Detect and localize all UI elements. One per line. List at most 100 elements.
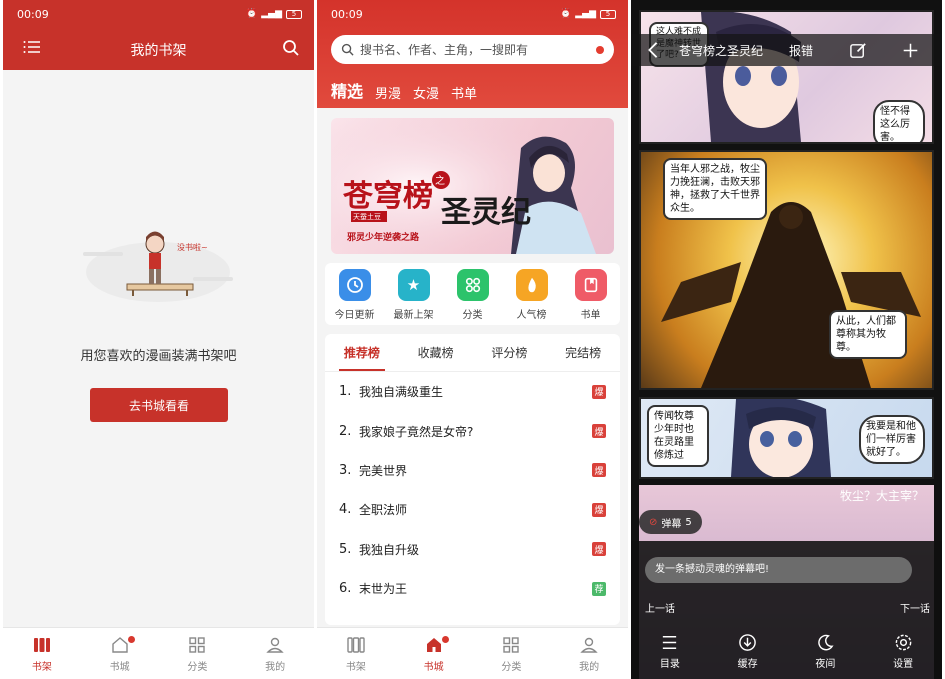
status-time: 00:09 xyxy=(17,7,49,21)
tab-mine[interactable]: 我的 xyxy=(236,628,314,679)
tab-category[interactable]: 分类 xyxy=(473,628,551,679)
rank-number: 5. xyxy=(339,541,352,557)
quick-entry-row: 今日更新 ★ 最新上架 分类 人气榜 书单 xyxy=(325,263,620,325)
comic-title: 我独自满级重生 xyxy=(359,385,444,400)
reader-screen: 这人难不成是魔神转世了吧? 怪不得这么厉害。 苍穹榜之圣灵纪 报错 当年人邪之战… xyxy=(631,0,942,679)
tool-label: 设置 xyxy=(893,659,914,670)
manga-panel-2: 当年人邪之战，牧尘力挽狂澜，击败天邪神，拯救了大千世界众生。 从此，人们都尊称其… xyxy=(639,150,934,390)
hot-badge: 爆 xyxy=(592,502,606,517)
quick-booklist[interactable]: 书单 xyxy=(561,263,620,325)
speech-bubble: 传闻牧尊少年时也在灵路里修炼过 xyxy=(647,405,709,467)
settings-button[interactable]: 设置 xyxy=(864,633,942,670)
list-item[interactable]: 4. 全职法师 爆 xyxy=(325,490,620,529)
danmu-label: 弹幕 xyxy=(661,518,682,530)
moon-icon xyxy=(818,634,834,651)
night-mode-button[interactable]: 夜间 xyxy=(787,633,865,670)
status-bar: 00:09 ⏰ ▂▄▆ 5 xyxy=(317,0,628,28)
catalog-button[interactable]: 目录 xyxy=(631,633,709,670)
banner-art: 苍穹榜 之 圣灵纪 天蚕土豆 邪灵少年逆袭之路 xyxy=(331,118,614,254)
prev-chapter-button[interactable]: 上一话 xyxy=(645,600,675,615)
quick-label: 人气榜 xyxy=(516,310,547,321)
list-item[interactable]: 6. 末世为王 荐 xyxy=(325,569,620,608)
settings-icon xyxy=(895,634,911,651)
comic-title: 我独自升级 xyxy=(359,542,420,557)
edit-icon[interactable] xyxy=(849,41,868,60)
tab-bookshelf[interactable]: 书架 xyxy=(317,628,395,679)
go-to-store-button[interactable]: 去书城看看 xyxy=(90,388,228,422)
battery-icon: 5 xyxy=(600,9,616,19)
tab-bookshelf[interactable]: 书架 xyxy=(3,628,81,679)
search-input[interactable]: 搜书名、作者、主角，一搜即有 xyxy=(331,35,614,64)
report-button[interactable]: 报错 xyxy=(789,42,813,59)
back-icon[interactable] xyxy=(647,41,659,59)
signal-icon: ▂▄▆ xyxy=(261,9,282,19)
promo-banner[interactable]: 苍穹榜 之 圣灵纪 天蚕土豆 邪灵少年逆袭之路 xyxy=(331,118,614,254)
danmu-toggle[interactable]: ⊘ 弹幕 5 xyxy=(639,510,702,534)
user-icon xyxy=(266,637,284,653)
tab-female[interactable]: 女漫 xyxy=(413,83,439,102)
comic-title: 完美世界 xyxy=(359,463,408,478)
list-item[interactable]: 1. 我独自满级重生 爆 xyxy=(325,372,620,411)
list-item[interactable]: 5. 我独自升级 爆 xyxy=(325,530,620,569)
book-icon xyxy=(574,269,607,301)
store-screen: 00:09 ⏰ ▂▄▆ 5 搜书名、作者、主角，一搜即有 精选 男漫 女漫 书单 xyxy=(317,0,628,679)
tab-store[interactable]: 书城 xyxy=(81,628,159,679)
speech-bubble: 从此，人们都尊称其为牧尊。 xyxy=(829,310,907,359)
tab-mine[interactable]: 我的 xyxy=(550,628,628,679)
banner-stamp: 天蚕土豆 xyxy=(353,212,381,221)
tab-label: 分类 xyxy=(501,661,522,673)
hot-badge: 爆 xyxy=(592,463,606,478)
comic-title: 我家娘子竟然是女帝? xyxy=(359,424,474,439)
tab-category[interactable]: 分类 xyxy=(159,628,237,679)
hot-badge: 爆 xyxy=(592,384,606,399)
quick-category[interactable]: 分类 xyxy=(443,263,502,325)
tab-label: 书城 xyxy=(109,661,130,673)
manga-panel-1: 这人难不成是魔神转世了吧? 怪不得这么厉害。 xyxy=(639,10,934,144)
manga-panel-3: 传闻牧尊少年时也在灵路里修炼过 我要是和他们一样厉害就好了。 xyxy=(639,397,934,479)
next-chapter-button[interactable]: 下一话 xyxy=(900,600,930,615)
tab-rating[interactable]: 评分榜 xyxy=(473,334,547,371)
tab-label: 我的 xyxy=(579,661,600,673)
tab-store[interactable]: 书城 xyxy=(395,628,473,679)
banner-title-right: 圣灵纪 xyxy=(441,195,531,230)
comic-title: 末世为王 xyxy=(359,582,408,597)
status-bar: 00:09 ⏰ ▂▄▆ 5 xyxy=(3,0,314,28)
list-item[interactable]: 2. 我家娘子竟然是女帝? 爆 xyxy=(325,411,620,450)
speech-text: 牧尘？大主宰？ xyxy=(839,489,924,503)
tab-booklist[interactable]: 书单 xyxy=(451,83,477,102)
speech-bubble: 怪不得这么厉害。 xyxy=(873,100,925,142)
banner-title-zhi: 之 xyxy=(435,174,445,187)
tab-recommend[interactable]: 推荐榜 xyxy=(325,334,399,371)
status-icons: ⏰ ▂▄▆ 5 xyxy=(560,9,616,19)
quick-label: 今日更新 xyxy=(334,310,375,321)
cache-button[interactable]: 缓存 xyxy=(709,633,787,670)
tab-male[interactable]: 男漫 xyxy=(375,83,401,102)
battery-icon: 5 xyxy=(286,9,302,19)
bookshelf-icon xyxy=(347,636,365,653)
hot-badge: 爆 xyxy=(592,424,606,439)
quick-new-release[interactable]: ★ 最新上架 xyxy=(384,263,443,325)
rank-number: 2. xyxy=(339,423,352,439)
quick-label: 最新上架 xyxy=(393,310,434,321)
quick-popular[interactable]: 人气榜 xyxy=(502,263,561,325)
danmu-input[interactable]: 发一条撼动灵魂的弹幕吧! xyxy=(645,557,912,583)
status-icons: ⏰ ▂▄▆ 5 xyxy=(246,9,302,19)
tab-favorites[interactable]: 收藏榜 xyxy=(399,334,473,371)
user-icon xyxy=(580,637,598,653)
add-icon[interactable] xyxy=(902,42,919,59)
reader-toolbar: 目录 缓存 夜间 设置 xyxy=(631,633,942,670)
empty-shelf-text: 用您喜欢的漫画装满书架吧 xyxy=(80,349,237,364)
download-icon xyxy=(739,634,756,651)
speech-bubble: 当年人邪之战，牧尘力挽狂澜，击败天邪神，拯救了大千世界众生。 xyxy=(663,158,767,220)
comic-title: 全职法师 xyxy=(359,503,408,518)
quick-today-update[interactable]: 今日更新 xyxy=(325,263,384,325)
bookshelf-screen: 00:09 ⏰ ▂▄▆ 5 我的 书架 没书啦~ 用您喜欢的漫画装满书架吧 去书城… xyxy=(3,0,314,679)
search-icon[interactable] xyxy=(282,39,300,57)
tab-completed[interactable]: 完结榜 xyxy=(546,334,620,371)
bookshelf-icon xyxy=(33,637,50,652)
tab-featured[interactable]: 精选 xyxy=(331,78,363,102)
rank-number: 1. xyxy=(339,384,352,400)
list-item[interactable]: 3. 完美世界 爆 xyxy=(325,451,620,490)
notification-dot xyxy=(596,45,604,54)
notification-dot xyxy=(127,636,135,643)
